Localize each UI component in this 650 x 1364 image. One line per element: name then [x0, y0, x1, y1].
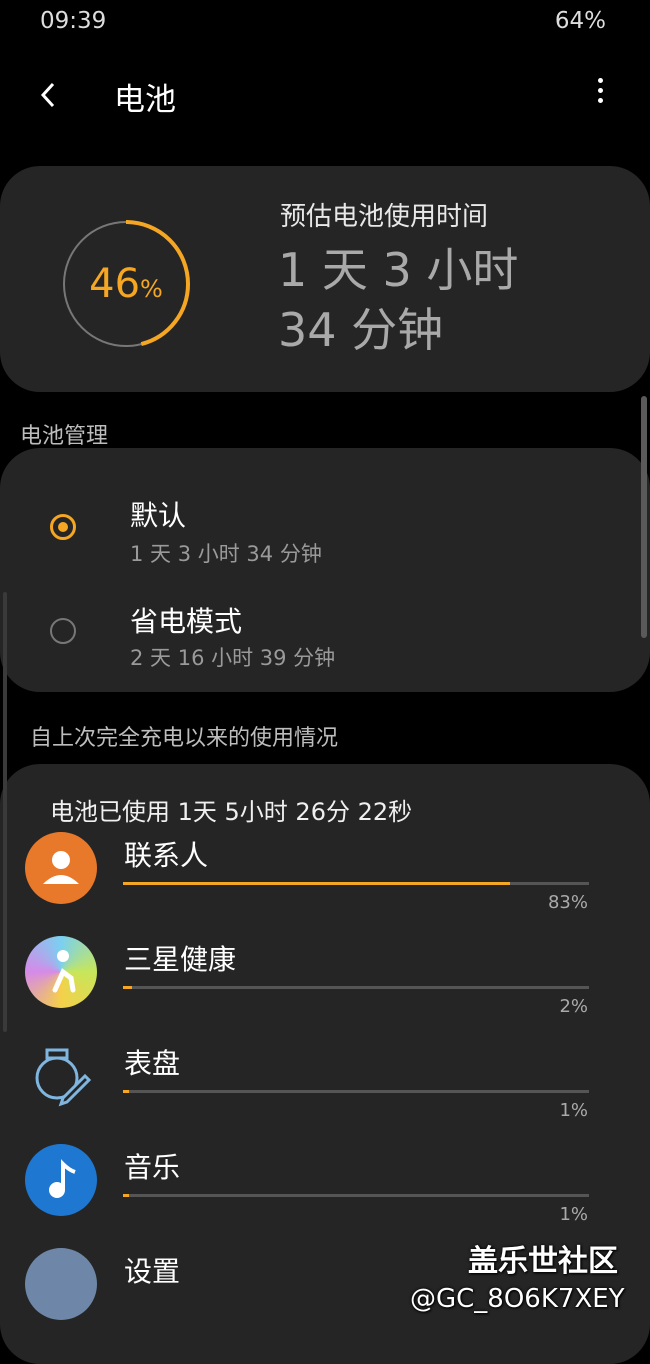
watch-face-icon: [25, 1040, 97, 1112]
more-options-button[interactable]: [594, 78, 606, 110]
option-title: 默认: [130, 499, 187, 532]
more-vertical-icon: [594, 78, 606, 103]
app-percent: 1%: [559, 1204, 588, 1225]
usage-bar: [123, 1090, 589, 1093]
app-bar: 电池: [0, 70, 650, 122]
battery-management-card: 默认 1 天 3 小时 34 分钟 省电模式 2 天 16 小时 39 分钟: [0, 448, 650, 692]
scrollbar-left: [3, 592, 7, 1032]
samsung-health-icon: [25, 936, 97, 1008]
app-name: 联系人: [124, 839, 209, 872]
chevron-left-icon: [40, 82, 55, 108]
scrollbar[interactable]: [641, 396, 647, 638]
app-percent: 2%: [559, 996, 588, 1017]
usage-bar-fill: [123, 1090, 129, 1093]
app-name: 三星健康: [124, 943, 237, 976]
radio-unselected-icon[interactable]: [50, 618, 76, 644]
app-name: 表盘: [124, 1047, 181, 1080]
app-row-music[interactable]: 音乐 1%: [0, 1144, 650, 1244]
watermark-handle: @GC_8O6K7XEY: [410, 1284, 625, 1314]
battery-percent-number: 46: [89, 261, 141, 307]
app-percent: 83%: [547, 892, 588, 913]
app-percent: 1%: [559, 1100, 588, 1121]
option-power-saving[interactable]: 省电模式 2 天 16 小时 39 分钟: [0, 588, 650, 698]
option-title: 省电模式: [130, 605, 243, 638]
status-battery: 64%: [554, 8, 606, 34]
page-title: 电池: [114, 82, 176, 118]
app-row-samsung-health[interactable]: 三星健康 2%: [0, 936, 650, 1036]
battery-used-total: 电池已使用 1天 5小时 26分 22秒: [50, 798, 413, 826]
estimate-label: 预估电池使用时间: [280, 202, 489, 232]
battery-percent-sign: %: [140, 275, 163, 303]
status-time: 09:39: [40, 8, 107, 34]
back-button[interactable]: [34, 80, 64, 110]
usage-bar: [123, 986, 589, 989]
app-row-watch-face[interactable]: 表盘 1%: [0, 1040, 650, 1140]
status-bar: 09:39 64%: [40, 8, 606, 38]
usage-bar: [123, 882, 589, 885]
battery-estimate-card: 46 % 预估电池使用时间 1 天 3 小时 34 分钟: [0, 166, 650, 392]
music-icon: [25, 1144, 97, 1216]
app-row-contacts[interactable]: 联系人 83%: [0, 832, 650, 932]
contacts-icon: [25, 832, 97, 904]
option-subtitle: 2 天 16 小时 39 分钟: [130, 646, 336, 670]
watermark-title: 盖乐世社区: [468, 1244, 618, 1279]
battery-management-label: 电池管理: [20, 424, 109, 449]
app-name: 设置: [124, 1255, 181, 1288]
usage-section-label: 自上次完全充电以来的使用情况: [30, 726, 339, 751]
settings-icon: [25, 1248, 97, 1320]
app-name: 音乐: [124, 1151, 181, 1184]
estimate-line-1: 1 天 3 小时: [278, 243, 519, 297]
estimate-line-2: 34 分钟: [278, 303, 444, 357]
option-subtitle: 1 天 3 小时 34 分钟: [130, 542, 322, 566]
estimate-value: 1 天 3 小时 34 分钟: [278, 240, 618, 360]
usage-bar-fill: [123, 1194, 129, 1197]
usage-bar-fill: [123, 882, 510, 885]
radio-selected-icon[interactable]: [50, 514, 76, 540]
option-default[interactable]: 默认 1 天 3 小时 34 分钟: [0, 466, 650, 576]
usage-bar-fill: [123, 986, 133, 989]
usage-bar: [123, 1194, 589, 1197]
battery-percent: 46 %: [58, 216, 194, 352]
